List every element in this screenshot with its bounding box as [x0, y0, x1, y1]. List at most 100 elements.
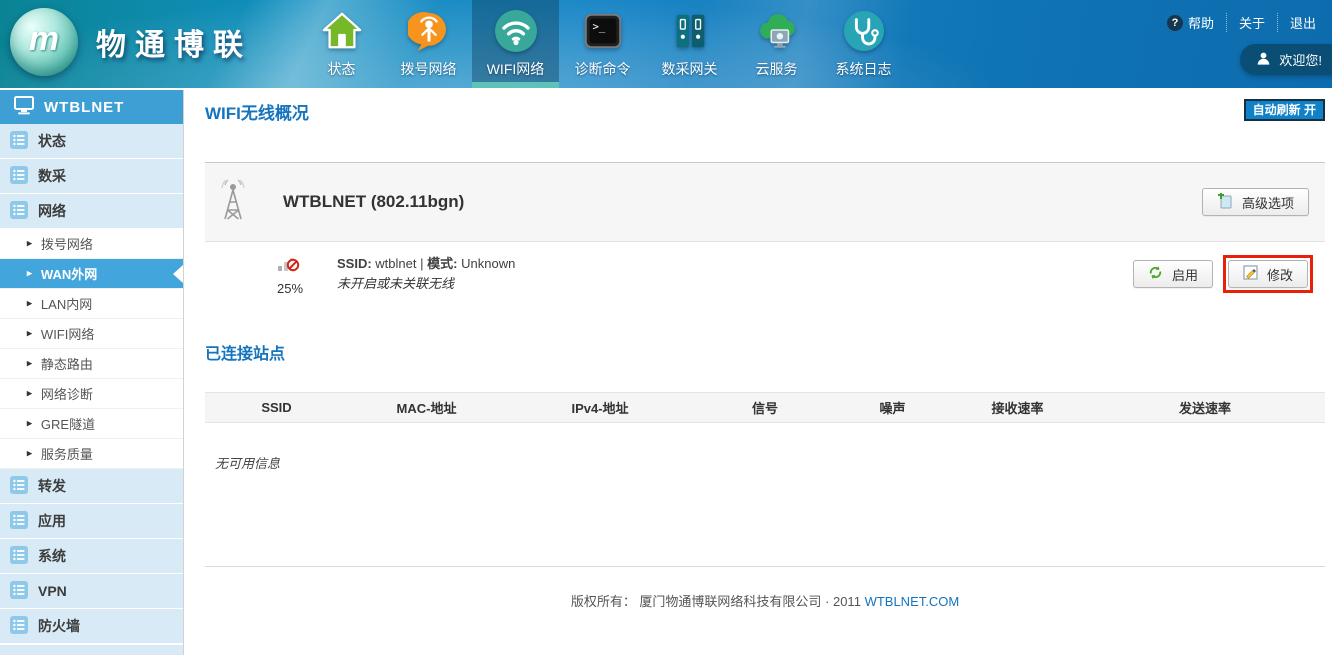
nav-label: WIFI网络 — [487, 59, 545, 79]
terminal-icon: >_ — [580, 8, 626, 54]
ssid-info: SSID: wtblnet | 模式: Unknown 未开启或未关联无线 — [337, 254, 515, 294]
enable-label: 启用 — [1172, 265, 1198, 284]
welcome-label: 欢迎您! — [1279, 50, 1322, 69]
nav-label: 拨号网络 — [401, 59, 457, 79]
list-icon — [10, 511, 28, 532]
auto-refresh-toggle[interactable]: 自动刷新 开 — [1244, 99, 1325, 121]
page-plus-icon — [1217, 193, 1233, 212]
sidebar-item-status[interactable]: 状态 — [0, 124, 183, 159]
enable-button[interactable]: 启用 — [1133, 260, 1213, 288]
sidebar-item-system[interactable]: 系统 — [0, 539, 183, 574]
triangle-icon: ▶ — [27, 329, 33, 338]
help-label: 帮助 — [1188, 13, 1214, 32]
brand-logo: m 物通博联 — [10, 8, 252, 76]
header-links: ? 帮助 关于 退出 — [1155, 13, 1328, 32]
sidebar-item-label: 服务质量 — [41, 444, 93, 463]
wifi-status-row: 25% SSID: wtblnet | 模式: Unknown 未开启或未关联无… — [205, 242, 1325, 306]
sidebar-item-qos[interactable]: ▶ 服务质量 — [0, 439, 183, 469]
welcome-badge[interactable]: 欢迎您! — [1240, 44, 1332, 75]
ssid-line: SSID: wtblnet | 模式: Unknown — [337, 254, 515, 274]
sidebar-item-vpn[interactable]: VPN — [0, 574, 183, 609]
sidebar-item-lan[interactable]: ▶ LAN内网 — [0, 289, 183, 319]
triangle-icon: ▶ — [27, 299, 33, 308]
triangle-icon: ▶ — [27, 389, 33, 398]
sidebar-item-gre-tunnel[interactable]: ▶ GRE隧道 — [0, 409, 183, 439]
wifi-panel-header: WTBLNET (802.11bgn) 高级选项 — [205, 162, 1325, 242]
nav-label: 诊断命令 — [575, 59, 631, 79]
sidebar-item-label: 拨号网络 — [41, 234, 93, 253]
about-link[interactable]: 关于 — [1226, 13, 1277, 32]
ssid-value: wtblnet — [375, 256, 416, 271]
brand-name: 物通博联 — [96, 20, 252, 64]
wifi-panel-title: WTBLNET (802.11bgn) — [283, 192, 464, 212]
home-icon — [319, 8, 365, 54]
sidebar-item-static-route[interactable]: ▶ 静态路由 — [0, 349, 183, 379]
log-icon — [841, 8, 887, 54]
list-icon — [10, 546, 28, 567]
sidebar-item-wifi[interactable]: ▶ WIFI网络 — [0, 319, 183, 349]
wifi-overview-panel: WTBLNET (802.11bgn) 高级选项 25% — [205, 162, 1325, 306]
sidebar-item-dialup-network[interactable]: ▶ 拨号网络 — [0, 229, 183, 259]
logout-label: 退出 — [1290, 13, 1316, 32]
nav-label: 数采网关 — [662, 59, 718, 79]
triangle-icon: ▶ — [27, 239, 33, 248]
modify-button[interactable]: 修改 — [1228, 260, 1308, 288]
sidebar-item-label: 防火墙 — [38, 616, 80, 636]
main-nav: 状态 拨号网络 WIFI网络 >_ 诊断命令 数采网关 — [298, 0, 907, 88]
sidebar-title: WTBLNET — [44, 99, 124, 116]
signal-percent: 25% — [277, 281, 335, 296]
sidebar-item-network[interactable]: 网络 — [0, 194, 183, 229]
col-ipv4: IPv4-地址 — [505, 393, 695, 423]
sidebar-item-applications[interactable]: 应用 — [0, 504, 183, 539]
sidebar-item-label: 转发 — [38, 476, 66, 496]
sidebar-item-datacollect[interactable]: 数采 — [0, 159, 183, 194]
about-label: 关于 — [1239, 13, 1265, 32]
cloud-icon — [754, 8, 800, 54]
divider: | — [420, 256, 423, 271]
sidebar-item-label: LAN内网 — [41, 294, 92, 313]
footer: 版权所有： 厦门物通博联网络科技有限公司 · 2011 WTBLNET.COM — [205, 566, 1325, 610]
nav-item-gateway[interactable]: 数采网关 — [646, 0, 733, 88]
help-link[interactable]: ? 帮助 — [1155, 13, 1226, 32]
sidebar-item-label: 网络 — [38, 201, 66, 221]
logo-sphere-icon: m — [10, 8, 78, 76]
nav-item-dialup[interactable]: 拨号网络 — [385, 0, 472, 88]
nav-item-cloud[interactable]: 云服务 — [733, 0, 820, 88]
advanced-options-button[interactable]: 高级选项 — [1202, 188, 1309, 216]
user-icon — [1256, 51, 1271, 69]
col-rx-rate: 接收速率 — [950, 393, 1085, 423]
monitor-icon — [14, 96, 34, 119]
sidebar-item-label: VPN — [38, 583, 67, 599]
highlight-annotation: 修改 — [1223, 255, 1313, 293]
sidebar-item-firewall[interactable]: 防火墙 — [0, 609, 183, 644]
nav-label: 云服务 — [756, 59, 798, 79]
list-icon — [10, 616, 28, 637]
footer-link[interactable]: WTBLNET.COM — [865, 594, 960, 609]
refresh-icon — [1148, 265, 1163, 283]
top-header: m 物通博联 状态 拨号网络 WIFI网络 >_ 诊断命令 — [0, 0, 1332, 88]
list-icon — [10, 131, 28, 152]
sidebar-item-wan[interactable]: ▶ WAN外网 — [0, 259, 183, 289]
triangle-icon: ▶ — [27, 419, 33, 428]
svg-text:>_: >_ — [592, 21, 605, 33]
list-icon — [10, 166, 28, 187]
page-title: WIFI无线概况 — [205, 99, 309, 124]
wifi-status-text: 未开启或未关联无线 — [337, 274, 515, 294]
nav-item-diagnostics[interactable]: >_ 诊断命令 — [559, 0, 646, 88]
signal-blocked-icon — [277, 260, 301, 277]
sidebar-item-label: GRE隧道 — [41, 414, 95, 433]
nav-item-wifi[interactable]: WIFI网络 — [472, 0, 559, 88]
nav-item-syslog[interactable]: 系统日志 — [820, 0, 907, 88]
stations-section-title: 已连接站点 — [205, 340, 1325, 364]
nav-item-status[interactable]: 状态 — [298, 0, 385, 88]
sidebar-item-forwarding[interactable]: 转发 — [0, 469, 183, 504]
sidebar-item-label: 数采 — [38, 166, 66, 186]
sidebar-item-label: 应用 — [38, 511, 66, 531]
sidebar-item-net-diagnosis[interactable]: ▶ 网络诊断 — [0, 379, 183, 409]
col-ssid: SSID — [205, 393, 348, 423]
col-noise: 噪声 — [835, 393, 950, 423]
copyright-text: 版权所有： 厦门物通博联网络科技有限公司 · 2011 — [571, 594, 861, 609]
advanced-options-label: 高级选项 — [1242, 193, 1294, 212]
triangle-icon: ▶ — [27, 269, 33, 278]
logout-link[interactable]: 退出 — [1277, 13, 1328, 32]
